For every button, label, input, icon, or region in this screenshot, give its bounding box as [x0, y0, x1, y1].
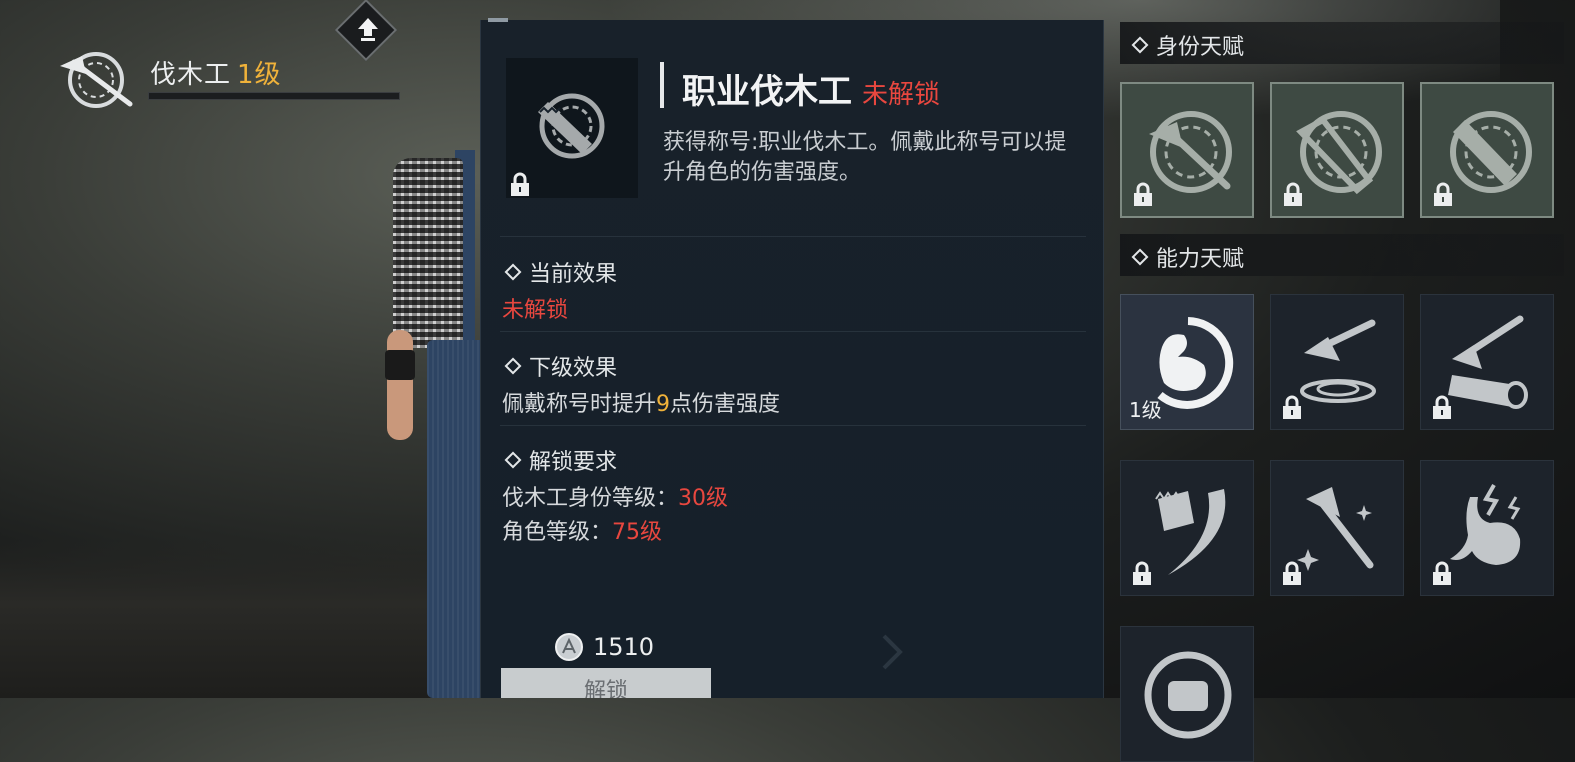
sparkling-axe-icon — [1297, 487, 1374, 571]
diamond-bullet-icon — [504, 451, 522, 469]
ability-talent-slot[interactable] — [1270, 294, 1404, 430]
profession-name: 伐木工 — [150, 60, 232, 90]
silver-coin-icon — [555, 633, 583, 661]
talent-status: 未解锁 — [862, 80, 941, 110]
talent-level-label: 1级 — [1129, 398, 1162, 422]
diamond-bullet-icon — [504, 263, 522, 281]
divider — [500, 236, 1086, 237]
lock-icon — [511, 172, 529, 196]
ability-talent-slot[interactable] — [1270, 460, 1404, 596]
next-effect-value: 佩戴称号时提升9点伤害强度 — [502, 392, 781, 417]
character-model — [385, 150, 485, 698]
axe-badge-icon — [1149, 111, 1232, 193]
ability-talent-slot[interactable] — [1120, 460, 1254, 596]
unlock-button[interactable]: 解锁 — [501, 668, 711, 698]
chainsaw-swing-icon — [1155, 489, 1226, 575]
talent-description: 获得称号:职业伐木工。佩戴此称号可以提升角色的伤害强度。 — [663, 130, 1067, 185]
axe-in-ground-icon — [1300, 319, 1376, 403]
profession-header: 伐木工 1级 — [52, 48, 452, 112]
panel-top-marker — [488, 18, 508, 22]
talent-name: 职业伐木工 — [682, 72, 852, 112]
lock-icon — [1283, 561, 1301, 585]
requirements-heading: 解锁要求 — [503, 444, 617, 476]
fist-icon — [1144, 651, 1232, 739]
identity-talent-slot[interactable] — [1120, 82, 1254, 218]
ability-talents-title: 能力天赋 — [1131, 241, 1244, 273]
ability-talents-header: 能力天赋 — [1120, 234, 1564, 276]
talent-title: 职业伐木工 未解锁 — [682, 64, 940, 113]
diamond-bullet-icon — [504, 357, 522, 375]
identity-talent-slot[interactable] — [1270, 82, 1404, 218]
saw-badge-icon — [1450, 111, 1532, 193]
log-badge-icon — [1296, 111, 1382, 195]
identity-talents-title: 身份天赋 — [1131, 29, 1244, 61]
lumberjack-emblem-icon — [60, 52, 133, 108]
profession-exp-bar — [148, 92, 400, 100]
identity-talent-slot[interactable] — [1420, 82, 1554, 218]
next-effect-heading: 下级效果 — [503, 350, 617, 382]
divider — [500, 331, 1086, 332]
ability-talent-slot[interactable] — [1420, 460, 1554, 596]
divider — [500, 425, 1086, 426]
ability-talent-slot[interactable]: 1级 — [1120, 294, 1254, 430]
identity-talents-header: 身份天赋 — [1120, 22, 1564, 64]
lock-icon — [1434, 182, 1452, 206]
requirement-character-level: 角色等级：75级 — [502, 520, 663, 545]
stomach-icon — [1450, 484, 1521, 565]
profession-title: 伐木工 1级 — [150, 54, 282, 91]
ability-talent-slot[interactable] — [1120, 626, 1254, 762]
lock-icon — [1433, 561, 1451, 585]
diamond-bullet-icon — [1131, 248, 1149, 266]
axe-on-log-icon — [1448, 315, 1528, 409]
lock-icon — [1133, 561, 1151, 585]
arrow-up-icon — [358, 18, 378, 41]
lock-icon — [1134, 182, 1152, 206]
lock-icon — [1284, 182, 1302, 206]
profession-level: 1级 — [237, 60, 282, 90]
requirement-profession-level: 伐木工身份等级：30级 — [502, 486, 729, 511]
title-accent-bar — [660, 62, 664, 108]
unlock-cost: 1510 — [593, 633, 655, 661]
lock-icon — [1283, 395, 1301, 419]
chevron-right-icon — [882, 634, 903, 670]
ability-talent-slot[interactable] — [1420, 294, 1554, 430]
lock-icon — [1433, 395, 1451, 419]
current-effect-heading: 当前效果 — [503, 256, 617, 288]
diamond-bullet-icon — [1131, 36, 1149, 54]
current-effect-value: 未解锁 — [502, 298, 569, 323]
saw-badge-icon — [538, 93, 605, 159]
